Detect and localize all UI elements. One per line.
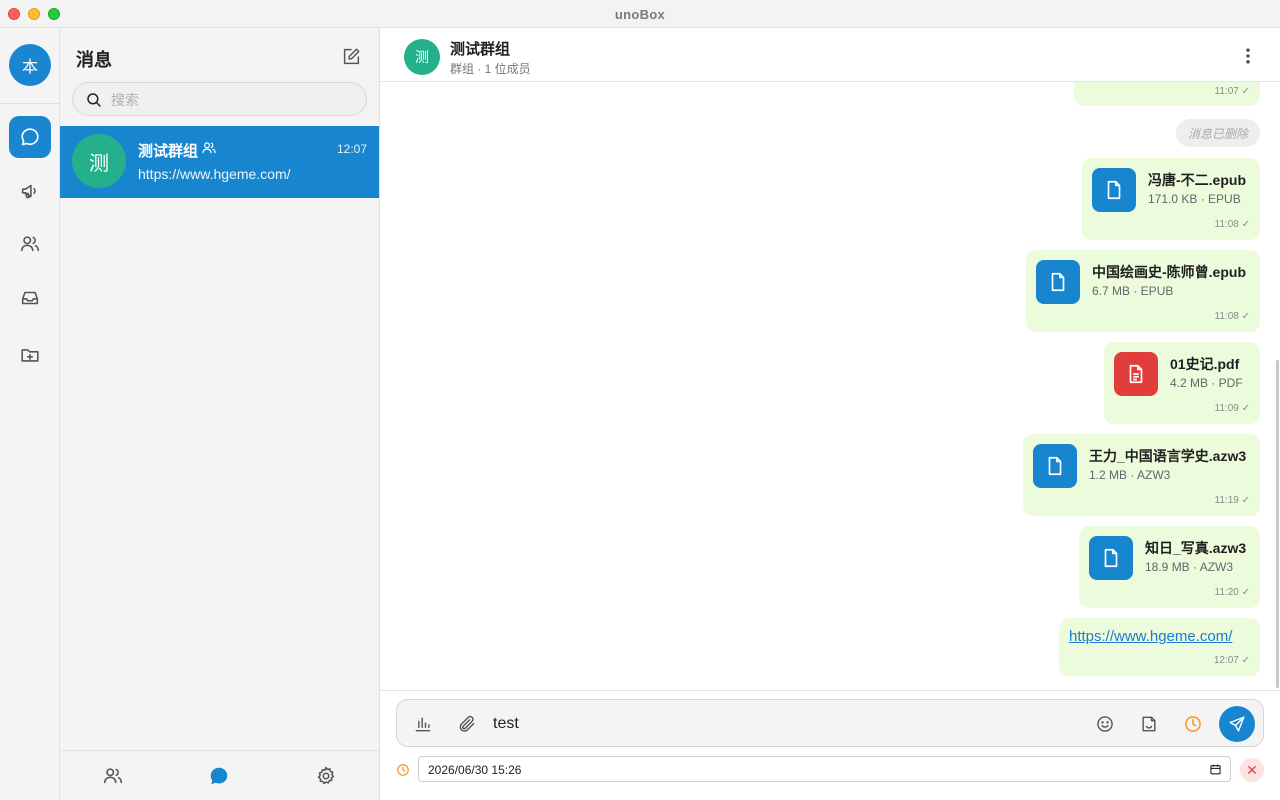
schedule-clock-icon xyxy=(397,764,409,776)
conversation-time: 12:07 xyxy=(336,142,367,156)
conversation-list-panel: 消息 测 测试群组 12:07 https://www.hgeme.com/ xyxy=(60,28,380,800)
paperclip-icon[interactable] xyxy=(457,714,477,734)
link-message: https://www.hgeme.com/ 12:07 ✓ xyxy=(1059,618,1260,676)
contacts-icon[interactable] xyxy=(102,765,124,787)
rail-divider xyxy=(0,103,60,104)
file-meta: 4.2 MB · PDF xyxy=(1170,376,1243,390)
window-title: unoBox xyxy=(614,7,666,22)
composer: 2026/06/30 15:26 ✕ xyxy=(380,690,1280,800)
rail-item-contacts[interactable] xyxy=(9,223,51,265)
message-time: 11:09 ✓ xyxy=(1214,403,1250,414)
file-message[interactable]: 01史记.pdf 4.2 MB · PDF 11:09 ✓ xyxy=(1104,342,1260,424)
search-input[interactable] xyxy=(111,89,351,111)
pdf-document-icon xyxy=(1114,352,1158,396)
chat-icon[interactable] xyxy=(208,765,230,787)
contacts-icon xyxy=(20,236,40,252)
messages-scrollbar[interactable] xyxy=(1276,360,1279,688)
send-icon xyxy=(1229,716,1245,732)
message-input[interactable] xyxy=(493,712,1073,736)
file-message[interactable]: 中国绘画史-陈师曾.epub 6.7 MB · EPUB 11:08 ✓ xyxy=(1026,250,1260,332)
message-input-box xyxy=(396,699,1264,747)
chat-header: 测 测试群组 群组 · 1 位成员 xyxy=(380,28,1280,82)
document-icon xyxy=(1089,536,1133,580)
compose-icon[interactable] xyxy=(340,46,362,68)
conversation-preview: https://www.hgeme.com/ xyxy=(138,166,291,182)
list-bottom-bar xyxy=(60,750,379,800)
message-link[interactable]: https://www.hgeme.com/ xyxy=(1069,628,1232,645)
file-name: 中国绘画史-陈师曾.epub xyxy=(1092,264,1246,280)
conversation-avatar: 测 xyxy=(72,134,126,188)
chat-avatar[interactable]: 测 xyxy=(404,39,440,75)
emoji-icon[interactable] xyxy=(1095,714,1115,734)
file-name: 冯唐-不二.epub xyxy=(1148,172,1246,188)
schedule-datetime-value: 2026/06/30 15:26 xyxy=(428,763,522,777)
conversation-item[interactable]: 测 测试群组 12:07 https://www.hgeme.com/ xyxy=(60,126,379,198)
message-time: 11:19 ✓ xyxy=(1214,495,1250,506)
settings-gear-icon[interactable] xyxy=(315,765,337,787)
rail-item-channels[interactable] xyxy=(9,170,51,212)
rail-item-new-folder[interactable] xyxy=(9,334,51,376)
document-icon xyxy=(1033,444,1077,488)
send-button[interactable] xyxy=(1219,706,1255,742)
file-meta: 171.0 KB · EPUB xyxy=(1148,192,1241,206)
search-box xyxy=(72,82,367,116)
chat-title: 测试群组 xyxy=(450,41,511,58)
rail-item-inbox[interactable] xyxy=(9,277,51,319)
more-options-icon[interactable] xyxy=(1238,46,1258,66)
nav-rail: 本 xyxy=(0,28,60,800)
list-title: 消息 xyxy=(76,50,112,70)
poll-chart-icon[interactable] xyxy=(413,714,433,734)
file-name: 王力_中国语言学史.azw3 xyxy=(1089,448,1247,464)
inbox-icon xyxy=(21,291,39,305)
file-message[interactable]: 知日_写真.azw3 18.9 MB · AZW3 11:20 ✓ xyxy=(1079,526,1260,608)
megaphone-icon xyxy=(21,184,36,199)
document-icon xyxy=(1036,260,1080,304)
calendar-icon[interactable] xyxy=(1209,763,1222,776)
file-meta: 1.2 MB · AZW3 xyxy=(1089,468,1171,482)
file-message[interactable]: 王力_中国语言学史.azw3 1.2 MB · AZW3 11:19 ✓ xyxy=(1023,434,1260,516)
chat-icon xyxy=(21,128,39,146)
user-avatar[interactable]: 本 xyxy=(9,44,51,86)
rail-item-messages[interactable] xyxy=(9,116,51,158)
message-time: 11:20 ✓ xyxy=(1214,587,1250,598)
cancel-schedule-button[interactable]: ✕ xyxy=(1240,758,1264,782)
message-time: 11:07 ✓ xyxy=(1214,86,1250,97)
file-meta: 18.9 MB · AZW3 xyxy=(1145,560,1234,574)
schedule-clock-icon[interactable] xyxy=(1183,714,1203,734)
sticker-icon[interactable] xyxy=(1139,714,1159,734)
file-name: 01史记.pdf xyxy=(1170,356,1240,372)
conversation-name: 测试群组 xyxy=(138,143,199,160)
file-meta: 6.7 MB · EPUB xyxy=(1092,284,1174,298)
chat-subtitle: 群组 · 1 位成员 xyxy=(450,62,531,76)
message-list[interactable]: 11:07 ✓ 消息已删除 冯唐-不二.epub 171.0 KB · EPUB… xyxy=(380,82,1280,690)
search-icon xyxy=(87,93,101,107)
file-message[interactable]: 冯唐-不二.epub 171.0 KB · EPUB 11:08 ✓ xyxy=(1082,158,1260,240)
group-icon xyxy=(202,142,216,154)
file-name: 知日_写真.azw3 xyxy=(1145,540,1247,556)
message-time: 11:08 ✓ xyxy=(1214,311,1250,322)
schedule-datetime-input[interactable]: 2026/06/30 15:26 xyxy=(418,756,1231,782)
title-bar: unoBox xyxy=(0,0,1280,28)
document-icon xyxy=(1092,168,1136,212)
deleted-message-label: 消息已删除 xyxy=(1176,119,1260,147)
message-bubble: 11:07 ✓ xyxy=(1074,82,1260,106)
message-time: 12:07 ✓ xyxy=(1213,655,1250,666)
message-time: 11:08 ✓ xyxy=(1214,219,1250,230)
folder-add-icon xyxy=(21,349,39,362)
